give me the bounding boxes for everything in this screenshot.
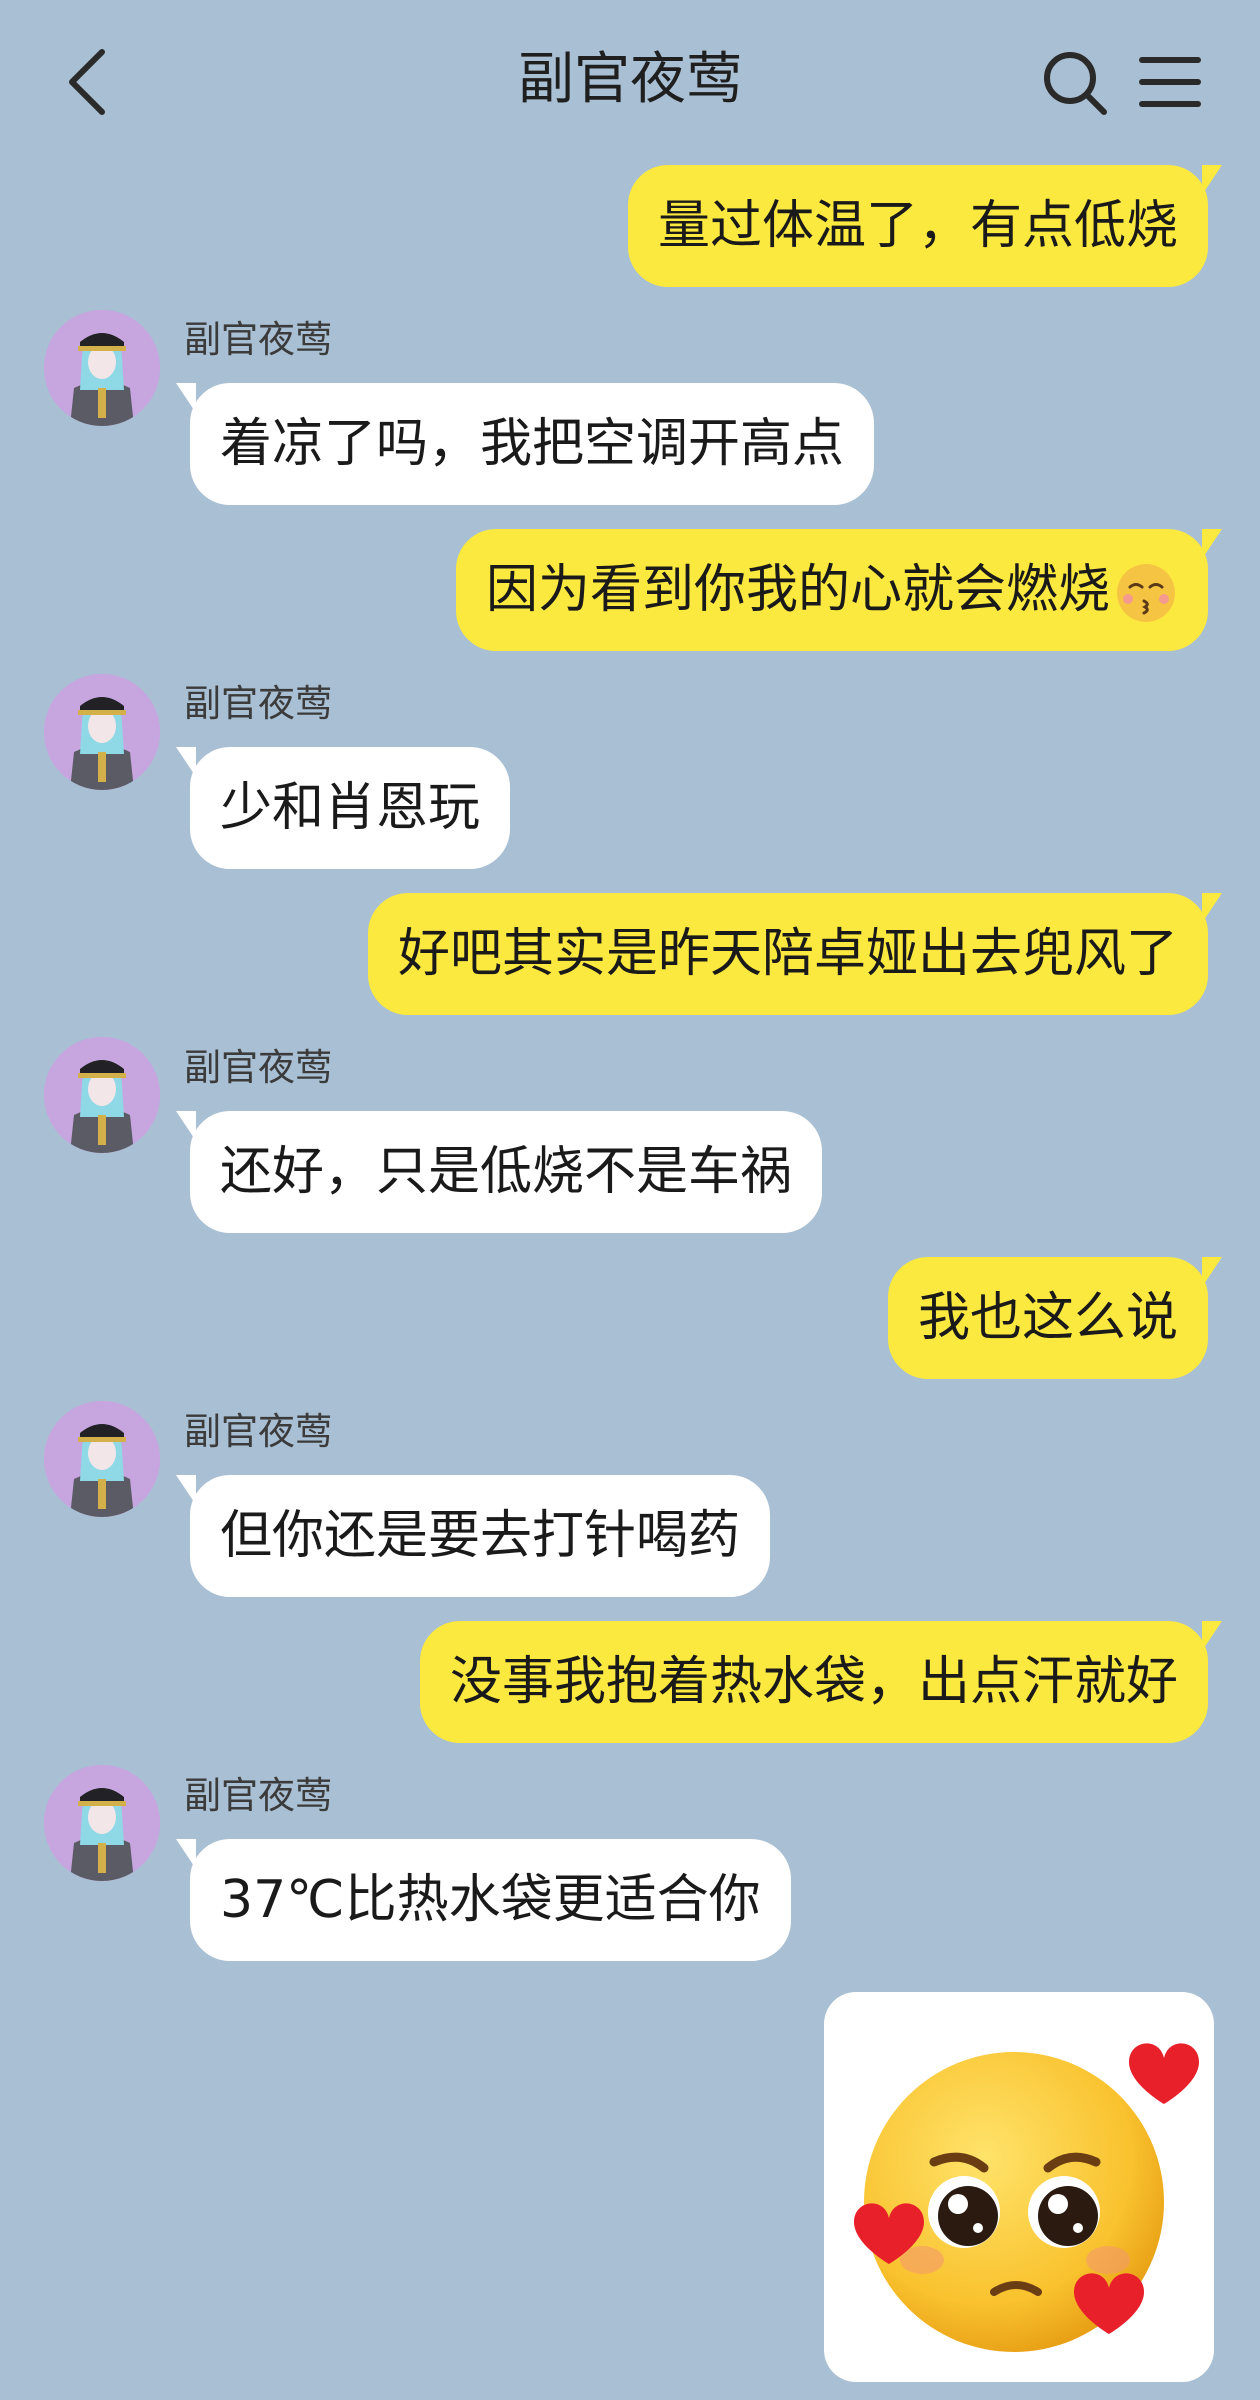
incoming-message-bubble[interactable]: 还好，只是低烧不是车祸: [176, 1111, 823, 1233]
message-text: 好吧其实是昨天陪卓娅出去兜风了: [397, 924, 1178, 984]
outgoing-message-bubble[interactable]: 好吧其实是昨天陪卓娅出去兜风了: [367, 893, 1222, 1015]
message-text: 着凉了吗，我把空调开高点: [220, 414, 845, 474]
incoming-message-bubble[interactable]: 着凉了吗，我把空调开高点: [176, 383, 875, 505]
incoming-message-bubble[interactable]: 但你还是要去打针喝药: [176, 1475, 771, 1597]
avatar[interactable]: [44, 310, 160, 426]
pleading-face-with-hearts-sticker: [854, 2043, 1199, 2352]
message-text: 但你还是要去打针喝药: [220, 1506, 741, 1566]
avatar[interactable]: [44, 1401, 160, 1517]
incoming-message-bubble[interactable]: 少和肖恩玩: [176, 747, 511, 869]
hamburger-menu-icon: [1139, 57, 1201, 107]
chat-header: 副官夜莺: [0, 0, 1260, 160]
kissing-face-icon: [1117, 564, 1175, 622]
sender-name: 副官夜莺: [184, 1046, 332, 1089]
avatar[interactable]: [44, 1765, 160, 1881]
message-text: 37℃比热水袋更适合你: [220, 1870, 761, 1930]
menu-button[interactable]: [1138, 52, 1202, 112]
avatar[interactable]: [44, 1037, 160, 1153]
outgoing-message-bubble[interactable]: 没事我抱着热水袋，出点汗就好: [419, 1621, 1222, 1743]
outgoing-message-bubble[interactable]: 我也这么说: [887, 1257, 1222, 1379]
message-text: 没事我抱着热水袋，出点汗就好: [449, 1652, 1178, 1712]
message-text: 少和肖恩玩: [220, 778, 481, 838]
search-icon: [1044, 52, 1107, 115]
search-button[interactable]: [1040, 48, 1110, 118]
sender-name: 副官夜莺: [184, 682, 332, 725]
avatar[interactable]: [44, 674, 160, 790]
sender-name: 副官夜莺: [184, 1410, 332, 1453]
outgoing-message-bubble[interactable]: 量过体温了，有点低烧: [627, 165, 1222, 287]
sticker-message[interactable]: [824, 1992, 1214, 2382]
message-text: 因为看到你我的心就会燃烧: [485, 560, 1110, 620]
sender-name: 副官夜莺: [184, 1774, 332, 1817]
incoming-message-bubble[interactable]: 37℃比热水袋更适合你: [176, 1839, 791, 1961]
message-text: 还好，只是低烧不是车祸: [220, 1142, 793, 1202]
message-text: 量过体温了，有点低烧: [657, 196, 1178, 256]
sender-name: 副官夜莺: [184, 318, 332, 361]
message-text: 我也这么说: [917, 1288, 1178, 1348]
outgoing-message-bubble[interactable]: 因为看到你我的心就会燃烧: [455, 529, 1222, 651]
